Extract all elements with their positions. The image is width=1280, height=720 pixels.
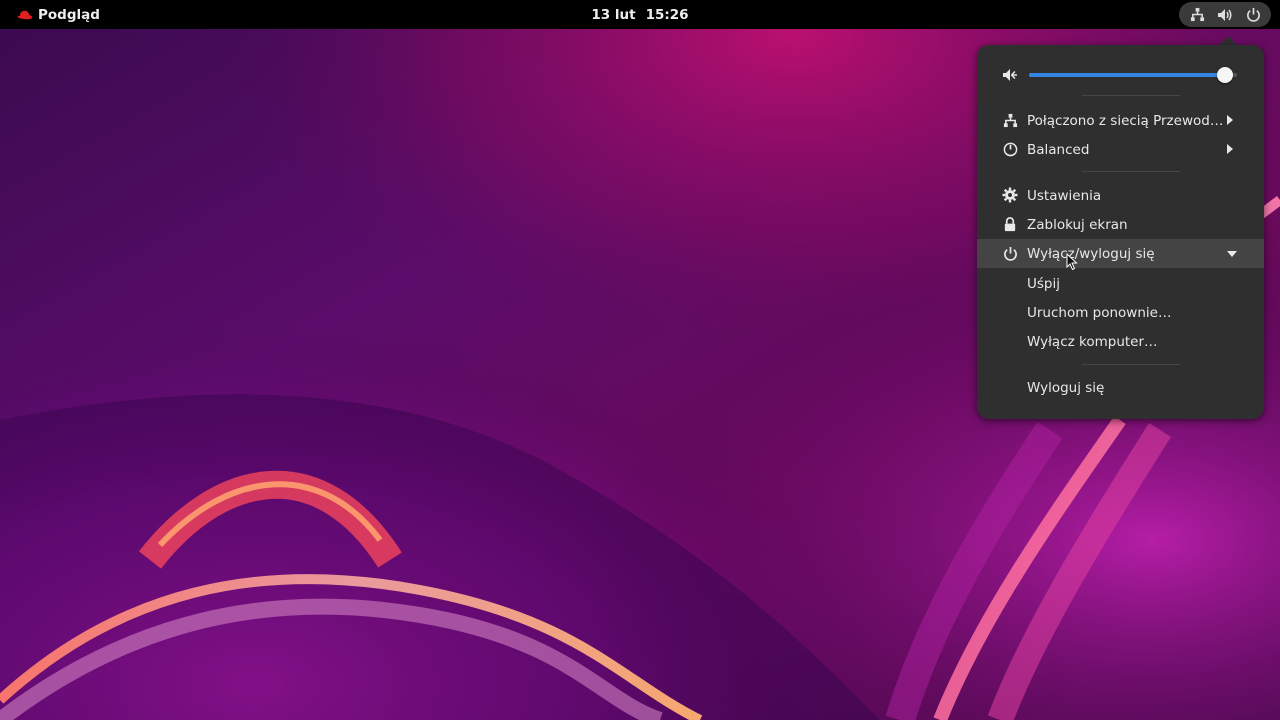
chevron-down-icon bbox=[1227, 251, 1237, 257]
submenu-arrow-icon bbox=[1227, 144, 1233, 154]
clock-date[interactable]: 13 lut bbox=[591, 7, 635, 23]
lock-screen-label: Zablokuj ekran bbox=[1027, 216, 1128, 233]
speaker-icon[interactable] bbox=[1002, 67, 1018, 83]
power-icon bbox=[1245, 7, 1261, 23]
separator bbox=[1082, 364, 1180, 365]
logout-label: Wyloguj się bbox=[1027, 379, 1105, 396]
network-wired-icon bbox=[1002, 112, 1018, 128]
settings-label: Ustawienia bbox=[1027, 187, 1102, 204]
gear-icon bbox=[1002, 187, 1018, 203]
network-label: Połączono z siecią Przewod… bbox=[1027, 112, 1224, 129]
power-off-logout-label: Wyłącz/wyloguj się bbox=[1027, 245, 1155, 262]
power-off-logout-item[interactable]: Wyłącz/wyloguj się bbox=[977, 239, 1264, 268]
power-off-label: Wyłącz komputer… bbox=[1027, 333, 1158, 350]
restart-label: Uruchom ponownie… bbox=[1027, 304, 1172, 321]
activities-label: Podgląd bbox=[38, 6, 100, 23]
network-item[interactable]: Połączono z siecią Przewod… bbox=[977, 106, 1264, 135]
logout-item[interactable]: Wyloguj się bbox=[977, 373, 1264, 402]
system-status-area[interactable] bbox=[1179, 2, 1271, 27]
lock-icon bbox=[1002, 216, 1018, 232]
suspend-label: Uśpij bbox=[1027, 275, 1060, 292]
suspend-item[interactable]: Uśpij bbox=[977, 269, 1264, 298]
volume-row bbox=[977, 59, 1264, 91]
submenu-arrow-icon bbox=[1227, 115, 1233, 125]
top-bar: Podgląd 13 lut 15:26 bbox=[0, 0, 1280, 29]
volume-slider-fill bbox=[1029, 73, 1225, 77]
power-profile-icon bbox=[1002, 141, 1018, 157]
settings-item[interactable]: Ustawienia bbox=[977, 181, 1264, 210]
mouse-cursor-icon bbox=[1066, 253, 1078, 271]
clock-time[interactable]: 15:26 bbox=[646, 7, 689, 23]
system-menu: Połączono z siecią Przewod… Balanced Ust… bbox=[977, 45, 1264, 419]
redhat-logo-icon bbox=[17, 10, 33, 19]
activities-button[interactable]: Podgląd bbox=[17, 0, 100, 29]
desktop: Podgląd 13 lut 15:26 Połączono z siecią … bbox=[0, 0, 1280, 720]
volume-slider-knob[interactable] bbox=[1217, 67, 1233, 83]
restart-item[interactable]: Uruchom ponownie… bbox=[977, 298, 1264, 327]
volume-slider[interactable] bbox=[1029, 67, 1237, 83]
power-icon bbox=[1002, 245, 1018, 261]
power-off-item[interactable]: Wyłącz komputer… bbox=[977, 327, 1264, 356]
network-wired-icon bbox=[1189, 7, 1205, 23]
power-mode-item[interactable]: Balanced bbox=[977, 135, 1264, 164]
clock[interactable]: 13 lut 15:26 bbox=[0, 0, 1280, 29]
volume-icon bbox=[1217, 7, 1233, 23]
power-mode-label: Balanced bbox=[1027, 141, 1090, 158]
separator bbox=[1082, 95, 1180, 96]
lock-screen-item[interactable]: Zablokuj ekran bbox=[977, 210, 1264, 239]
separator bbox=[1082, 171, 1180, 172]
